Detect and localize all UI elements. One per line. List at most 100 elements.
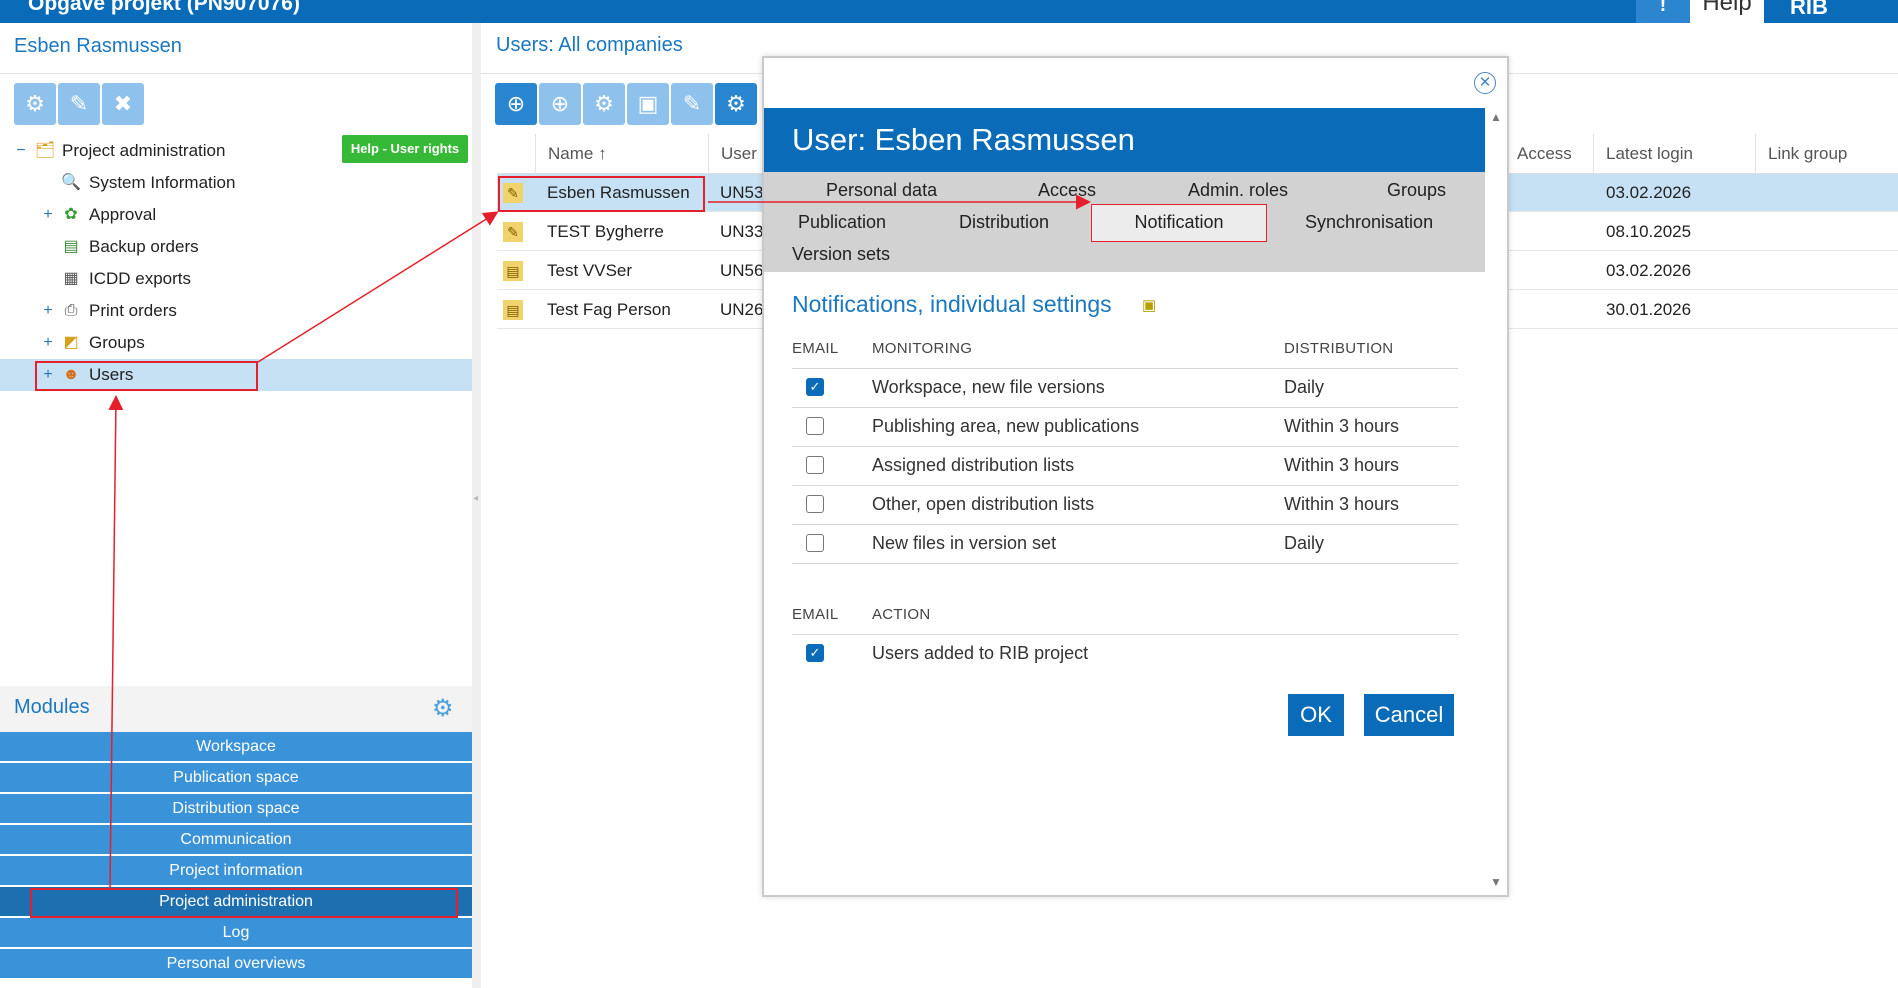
tab-notification[interactable]: Notification (1091, 204, 1267, 242)
annotation-box-esben-row (498, 176, 705, 212)
sort-ascending-icon: ↑ (598, 144, 607, 163)
notification-row: Publishing area, new publications Within… (792, 407, 1458, 446)
module-publication-space[interactable]: Publication space (0, 763, 472, 793)
close-icon[interactable]: ✕ (1474, 72, 1496, 94)
system-info-icon: 🔍 (61, 174, 81, 191)
section-title: Notifications, individual settings (792, 291, 1112, 317)
tree-label: System Information (89, 173, 236, 192)
module-workspace[interactable]: Workspace (0, 732, 472, 762)
project-title: Opgave projekt (PN907076) (28, 0, 300, 15)
expand-icon[interactable]: + (41, 295, 55, 327)
tree-label: Approval (89, 205, 157, 224)
settings-gear-icon[interactable]: ⚙ (14, 83, 56, 125)
module-distribution-space[interactable]: Distribution space (0, 794, 472, 824)
panel-splitter[interactable]: ◂ (472, 23, 481, 988)
help-button[interactable]: Help (1690, 0, 1764, 23)
dialog-tabs: Personal data Access Admin. roles Groups… (764, 172, 1485, 272)
current-user-name: Esben Rasmussen (14, 35, 182, 57)
gear-icon[interactable]: ⚙ (432, 694, 454, 723)
user-row-icon: ✎ (503, 222, 523, 242)
tree-item-groups[interactable]: + ◩ Groups (0, 327, 472, 359)
action-email-column-header: EMAIL (792, 606, 839, 623)
collapse-arrow-icon[interactable]: ◂ (473, 493, 478, 504)
tree-item-backup-orders[interactable]: ▤ Backup orders (0, 231, 472, 263)
tree-item-system-information[interactable]: 🔍 System Information (0, 167, 472, 199)
cell-user: UN33 (720, 222, 764, 241)
distribution-column-header: DISTRIBUTION (1284, 340, 1394, 357)
email-checkbox[interactable]: ✓ (806, 644, 824, 662)
column-name-label: Name (548, 144, 594, 163)
settings-dark-icon[interactable]: ⚙ (715, 83, 757, 125)
top-bar: Opgave projekt (PN907076) ! Help RIB (0, 0, 1898, 23)
email-checkbox[interactable] (806, 456, 824, 474)
email-checkbox[interactable]: ✓ (806, 378, 824, 396)
edit-icon[interactable]: ✎ (671, 83, 713, 125)
distribution-value: Within 3 hours (1284, 416, 1400, 436)
tree-item-icdd-exports[interactable]: ▦ ICDD exports (0, 263, 472, 295)
module-communication[interactable]: Communication (0, 825, 472, 855)
column-latest-login-header[interactable]: Latest login (1593, 134, 1755, 174)
email-checkbox[interactable] (806, 534, 824, 552)
tree-item-approval[interactable]: + ✿ Approval (0, 199, 472, 231)
module-log[interactable]: Log (0, 918, 472, 948)
expand-icon[interactable]: + (41, 327, 55, 359)
folder-admin-icon: 🗂 (34, 142, 56, 159)
comment-icon[interactable]: ▣ (1142, 296, 1156, 314)
tab-admin-roles[interactable]: Admin. roles (1188, 176, 1288, 204)
cell-name: TEST Bygherre (547, 222, 664, 241)
settings-icon[interactable]: ⚙ (583, 83, 625, 125)
monitoring-label: Assigned distribution lists (872, 455, 1075, 475)
notification-row: ✓ Workspace, new file versions Daily (792, 368, 1458, 407)
delete-settings-icon[interactable]: ✖ (102, 83, 144, 125)
export-icon: ▦ (63, 270, 79, 287)
backup-icon: ▤ (63, 238, 79, 255)
expand-icon[interactable]: + (41, 199, 55, 231)
email-checkbox[interactable] (806, 417, 824, 435)
groups-icon: ◩ (63, 334, 79, 351)
tab-personal-data[interactable]: Personal data (826, 176, 937, 204)
tab-groups[interactable]: Groups (1387, 176, 1446, 204)
left-panel: Esben Rasmussen ⚙ ✎ ✖ Help - User rights… (0, 23, 472, 988)
module-project-information[interactable]: Project information (0, 856, 472, 886)
card-icon[interactable]: ▣ (627, 83, 669, 125)
edit-icon[interactable]: ✎ (58, 83, 100, 125)
notification-row: New files in version set Daily (792, 524, 1458, 563)
cell-latest-login: 30.01.2026 (1606, 300, 1692, 319)
distribution-value: Daily (1284, 533, 1325, 553)
column-link-group-header[interactable]: Link group (1755, 134, 1898, 174)
scroll-down-icon[interactable]: ▼ (1490, 875, 1502, 889)
user-row-icon: ▤ (503, 261, 523, 281)
cancel-button[interactable]: Cancel (1364, 694, 1454, 736)
cell-latest-login: 03.02.2026 (1606, 261, 1692, 280)
email-checkbox[interactable] (806, 495, 824, 513)
add-icon[interactable]: ⊕ (539, 83, 581, 125)
tree-label: ICDD exports (89, 269, 192, 288)
distribution-value: Within 3 hours (1284, 494, 1400, 514)
tree-label: Backup orders (89, 237, 199, 256)
scroll-up-icon[interactable]: ▲ (1490, 110, 1502, 124)
ok-button[interactable]: OK (1288, 694, 1344, 736)
tab-publication[interactable]: Publication (798, 208, 886, 236)
email-column-header: EMAIL (792, 340, 839, 357)
user-row-icon: ▤ (503, 300, 523, 320)
tab-access[interactable]: Access (1038, 176, 1096, 204)
tree-label: Project administration (62, 141, 226, 160)
notification-row: Assigned distribution lists Within 3 hou… (792, 446, 1458, 485)
tree-item-print-orders[interactable]: + ⎙ Print orders (0, 295, 472, 327)
divider (0, 73, 472, 74)
module-personal-overviews[interactable]: Personal overviews (0, 949, 472, 979)
info-button[interactable]: ! (1636, 0, 1690, 23)
tree-item-project-administration[interactable]: − 🗂 Project administration (0, 135, 472, 167)
printer-icon: ⎙ (64, 302, 78, 319)
tab-distribution[interactable]: Distribution (959, 208, 1049, 236)
add-user-icon[interactable]: ⊕ (495, 83, 537, 125)
collapse-icon[interactable]: − (14, 135, 28, 167)
tab-synchronisation[interactable]: Synchronisation (1305, 208, 1433, 236)
tab-version-sets[interactable]: Version sets (792, 240, 890, 268)
distribution-value: Daily (1284, 377, 1325, 397)
modules-title: Modules (14, 696, 90, 718)
distribution-value: Within 3 hours (1284, 455, 1400, 475)
cell-name: Test Fag Person (547, 300, 671, 319)
cell-user: UN53 (720, 183, 764, 202)
column-name-header[interactable]: Name ↑ (535, 134, 708, 174)
